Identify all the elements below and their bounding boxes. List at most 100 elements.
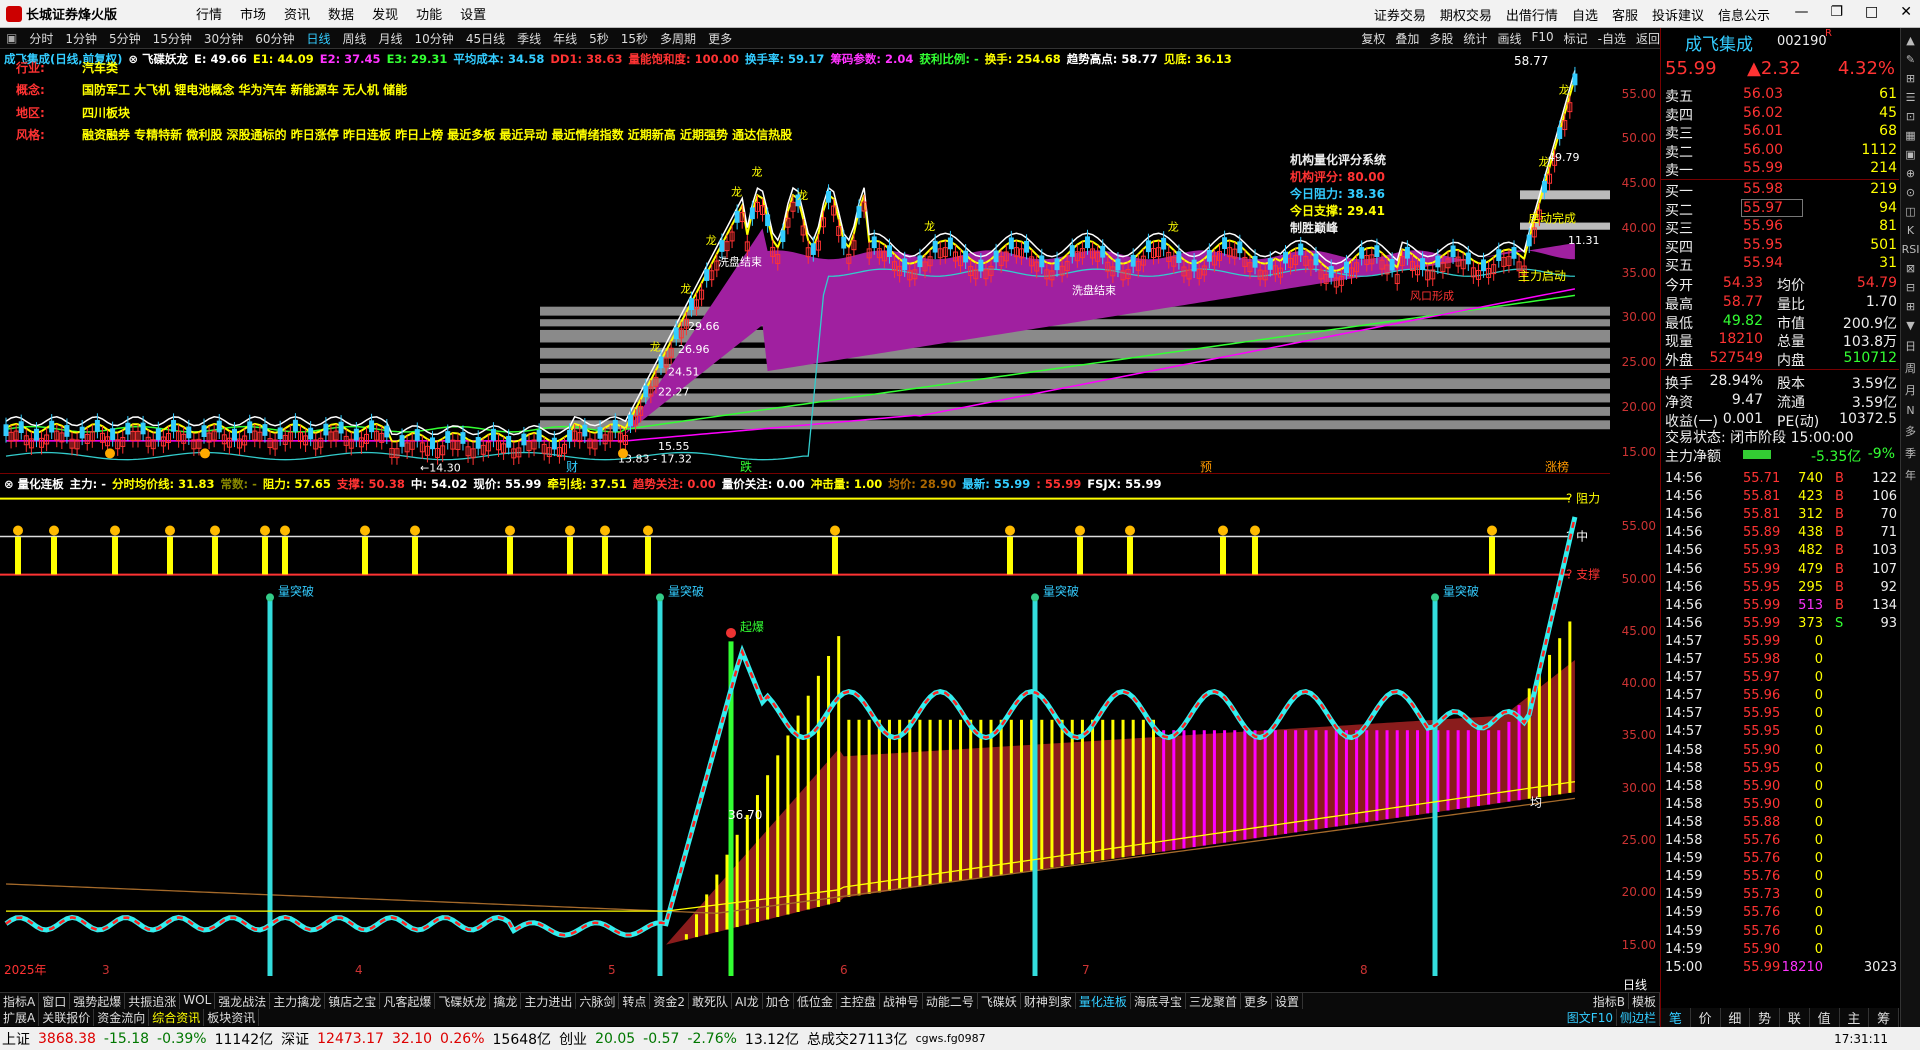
- panel-tab-2[interactable]: 细: [1721, 1008, 1751, 1027]
- indicator-tab-7[interactable]: 镇店之宝: [325, 993, 381, 1009]
- indicator-tab-4[interactable]: WOL: [180, 993, 216, 1009]
- panel-tab-4[interactable]: 联: [1780, 1008, 1810, 1027]
- side-tab-17[interactable]: 周: [1901, 360, 1920, 376]
- signal-marker-icon[interactable]: [49, 525, 59, 536]
- ext-tab-3[interactable]: 综合资讯: [149, 1009, 205, 1026]
- signal-marker-icon[interactable]: [1250, 525, 1260, 536]
- tool-3[interactable]: 统计: [1463, 30, 1487, 47]
- indicator-tab-15[interactable]: 敢死队: [689, 993, 733, 1009]
- menu-item-4[interactable]: 发现: [372, 4, 398, 23]
- indicator-tab-27[interactable]: 更多: [1241, 993, 1272, 1009]
- side-tab-6[interactable]: ▣: [1901, 148, 1920, 161]
- period-6[interactable]: 日线: [300, 30, 336, 47]
- event-tag[interactable]: 跌: [740, 459, 752, 474]
- signal-marker-icon[interactable]: [110, 525, 120, 536]
- signal-marker-icon[interactable]: [13, 525, 23, 536]
- tool-7[interactable]: -自选: [1598, 30, 1626, 47]
- indicator-tab-1[interactable]: 窗口: [39, 993, 71, 1009]
- order-row[interactable]: 买三 55.96 81: [1665, 218, 1897, 237]
- panel-tab-6[interactable]: 主: [1840, 1008, 1870, 1027]
- menu-item-2[interactable]: 资讯: [284, 4, 310, 23]
- tool-2[interactable]: 多股: [1429, 30, 1453, 47]
- ext-tab-1[interactable]: 关联报价: [39, 1009, 95, 1026]
- ext-tab-0[interactable]: 扩展A: [0, 1009, 40, 1026]
- period-14[interactable]: 15秒: [615, 30, 654, 47]
- period-3[interactable]: 15分钟: [147, 30, 198, 47]
- period-7[interactable]: 周线: [337, 30, 373, 47]
- signal-marker-icon[interactable]: [280, 525, 290, 536]
- right-menu-item-4[interactable]: 客服: [1612, 5, 1638, 24]
- menu-item-1[interactable]: 市场: [240, 4, 266, 23]
- side-tab-3[interactable]: ☰: [1901, 91, 1920, 104]
- order-row[interactable]: 卖四 56.02 45: [1665, 105, 1897, 124]
- signal-marker-icon[interactable]: [565, 525, 575, 536]
- side-tab-4[interactable]: ⊡: [1901, 110, 1920, 123]
- signal-marker-icon[interactable]: [410, 525, 420, 536]
- order-row[interactable]: 卖三 56.01 68: [1665, 123, 1897, 142]
- period-0[interactable]: 分时: [23, 30, 59, 47]
- signal-marker-icon[interactable]: [600, 525, 610, 536]
- quant-indicator-chart[interactable]: ? 阻力? 中? 支撑均量突破 量突破 量突破 量突破 起爆 36.70 2025年 3 4 5 6…: [0, 474, 1610, 976]
- tool-0[interactable]: 复权: [1361, 30, 1385, 47]
- period-5[interactable]: 60分钟: [249, 30, 300, 47]
- side-tab-7[interactable]: ⊕: [1901, 167, 1920, 180]
- indicator-tab-5[interactable]: 强龙战法: [215, 993, 271, 1009]
- period-15[interactable]: 多周期: [654, 30, 702, 47]
- period-10[interactable]: 45日线: [460, 30, 511, 47]
- tabs1-right-1[interactable]: 模板: [1629, 993, 1660, 1010]
- indicator-tab-16[interactable]: AI龙: [732, 993, 763, 1009]
- indicator-tab-13[interactable]: 转点: [619, 993, 651, 1009]
- money-bag-icon[interactable]: [105, 448, 115, 459]
- signal-marker-icon[interactable]: [210, 525, 220, 536]
- panel-tab-1[interactable]: 价: [1691, 1008, 1721, 1027]
- kline-chart[interactable]: 龙龙龙龙龙龙龙龙龙龙 58.77 ←14.30 13.83 - 17.32 29.66 2…: [0, 49, 1610, 474]
- indicator-tab-18[interactable]: 低位金: [794, 993, 837, 1009]
- signal-marker-icon[interactable]: [1005, 525, 1015, 536]
- signal-marker-icon[interactable]: [165, 525, 175, 536]
- order-row[interactable]: 买五 55.94 31: [1665, 255, 1897, 274]
- indicator-tab-17[interactable]: 加仓: [763, 993, 794, 1009]
- right-menu-item-5[interactable]: 投诉建议: [1652, 5, 1704, 24]
- order-row[interactable]: 卖二 56.00 1112: [1665, 142, 1897, 161]
- panel-tab-5[interactable]: 值: [1810, 1008, 1840, 1027]
- signal-marker-icon[interactable]: [1075, 525, 1085, 536]
- signal-marker-icon[interactable]: [260, 525, 270, 536]
- tabs2-right-1[interactable]: 侧边栏: [1617, 1009, 1660, 1026]
- menu-item-3[interactable]: 数据: [328, 4, 354, 23]
- side-tab-11[interactable]: RSI: [1901, 243, 1920, 256]
- panel-tab-0[interactable]: 笔: [1661, 1008, 1691, 1027]
- right-menu-item-3[interactable]: 自选: [1572, 5, 1598, 24]
- side-tab-15[interactable]: ▼: [1901, 319, 1920, 332]
- indicator-tab-3[interactable]: 共振追涨: [125, 993, 181, 1009]
- restore-icon[interactable]: ❐: [1830, 4, 1843, 20]
- period-11[interactable]: 季线: [511, 30, 547, 47]
- tool-6[interactable]: 标记: [1564, 30, 1588, 47]
- order-row[interactable]: 买一 55.98 219: [1665, 181, 1897, 200]
- right-menu-item-2[interactable]: 出借行情: [1506, 5, 1558, 24]
- signal-marker-icon[interactable]: [1218, 525, 1228, 536]
- right-menu-item-6[interactable]: 信息公示: [1718, 5, 1770, 24]
- indicator-tab-0[interactable]: 指标A: [0, 993, 40, 1009]
- signal-marker-icon[interactable]: [830, 525, 840, 536]
- indicator-tab-22[interactable]: 飞碟妖: [978, 993, 1021, 1009]
- indicator-tab-9[interactable]: 飞碟妖龙: [435, 993, 491, 1009]
- period-9[interactable]: 10分钟: [409, 30, 460, 47]
- signal-marker-icon[interactable]: [643, 525, 653, 536]
- signal-marker-icon[interactable]: [1487, 525, 1497, 536]
- minimize-icon[interactable]: —: [1794, 4, 1808, 20]
- tool-4[interactable]: 画线: [1497, 30, 1521, 47]
- indicator-tab-25[interactable]: 海底寻宝: [1131, 993, 1186, 1009]
- right-menu-item-1[interactable]: 期权交易: [1440, 5, 1492, 24]
- indicator-tab-23[interactable]: 财神到家: [1021, 993, 1076, 1009]
- indicator-tab-19[interactable]: 主控盘: [837, 993, 880, 1009]
- side-tab-21[interactable]: 季: [1901, 445, 1920, 461]
- side-tab-1[interactable]: ✎: [1901, 53, 1920, 66]
- side-tab-18[interactable]: 月: [1901, 382, 1920, 398]
- event-tag[interactable]: 涨榜: [1545, 459, 1569, 474]
- indicator-tab-2[interactable]: 强势起爆: [70, 993, 126, 1009]
- side-tab-19[interactable]: N: [1901, 404, 1920, 417]
- side-tab-13[interactable]: ⊟: [1901, 281, 1920, 294]
- side-tab-12[interactable]: ⊠: [1901, 262, 1920, 275]
- money-bag-icon[interactable]: [200, 448, 210, 459]
- period-12[interactable]: 年线: [547, 30, 583, 47]
